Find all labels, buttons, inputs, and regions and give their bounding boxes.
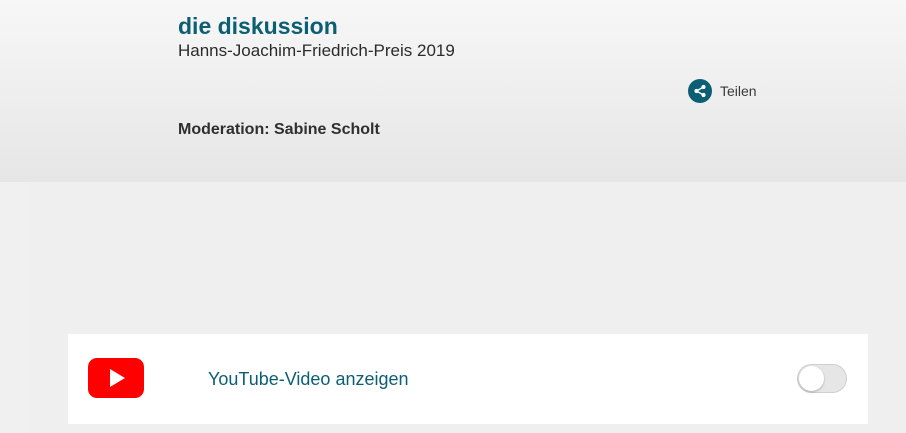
youtube-consent-toggle[interactable]: [797, 364, 847, 393]
page-header: die diskussion Hanns-Joachim-Friedrich-P…: [0, 0, 906, 182]
share-icon: [688, 79, 712, 103]
share-label: Teilen: [720, 83, 757, 99]
show-youtube-video-label[interactable]: YouTube-Video anzeigen: [208, 369, 409, 390]
page-subtitle: Hanns-Joachim-Friedrich-Preis 2019: [178, 41, 455, 60]
youtube-consent-bar: YouTube-Video anzeigen: [68, 334, 868, 424]
share-button[interactable]: Teilen: [688, 79, 757, 103]
page-title: die diskussion: [178, 13, 338, 39]
moderation-credit: Moderation: Sabine Scholt: [178, 121, 380, 138]
youtube-logo-icon: [88, 358, 144, 398]
toggle-knob: [799, 366, 824, 391]
